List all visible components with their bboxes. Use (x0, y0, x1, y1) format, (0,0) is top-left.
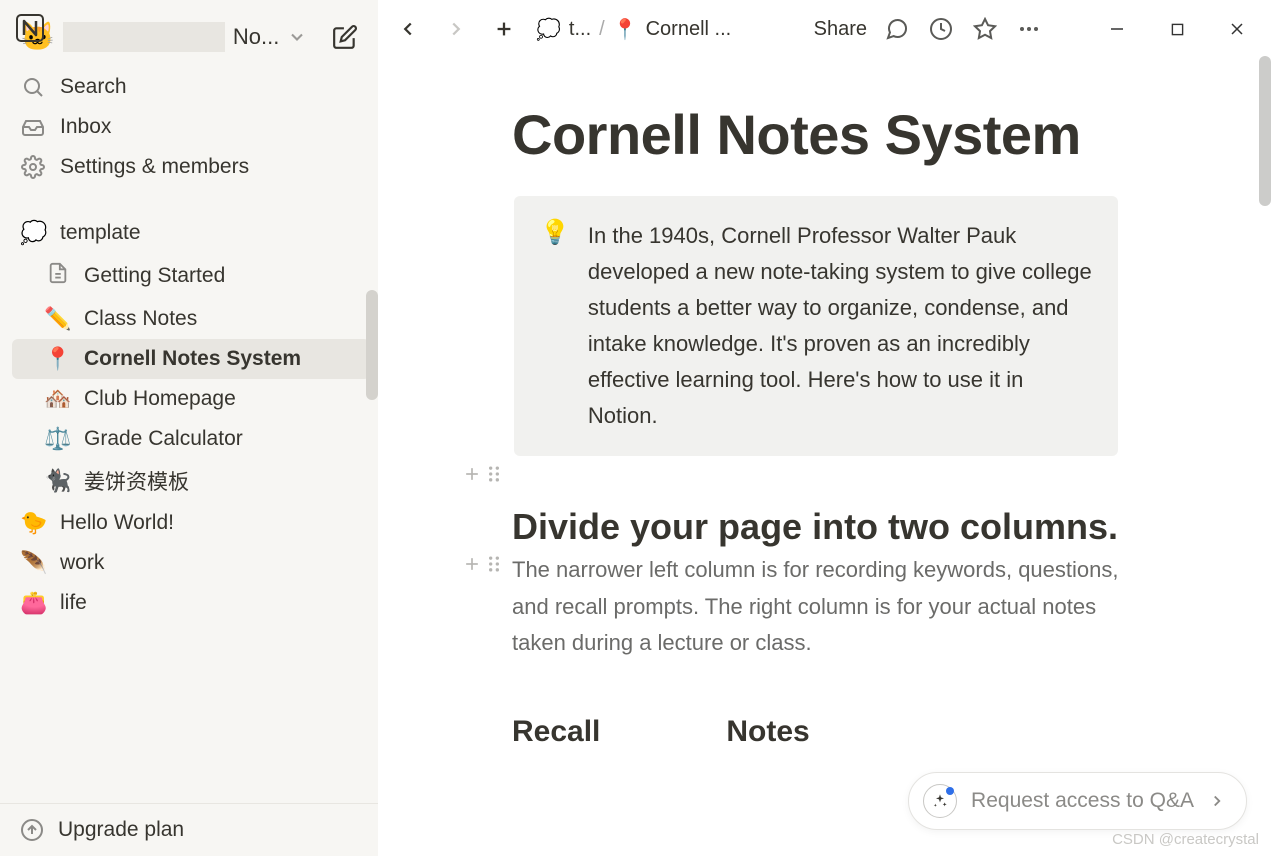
paragraph-description[interactable]: The narrower left column is for recordin… (512, 552, 1132, 660)
breadcrumb-parent-icon: 💭 (536, 17, 561, 42)
page-label: Grade Calculator (84, 427, 243, 451)
watermark: CSDN @createcrystal (1112, 831, 1259, 848)
request-qa-button[interactable]: Request access to Q&A (908, 772, 1247, 830)
page-club-homepage[interactable]: 🏘️ Club Homepage (0, 379, 378, 419)
document-icon (44, 260, 72, 292)
window-minimize-button[interactable] (1095, 13, 1139, 45)
drag-handle-icon[interactable] (486, 554, 502, 574)
page-title[interactable]: Cornell Notes System (512, 100, 1152, 170)
upgrade-plan[interactable]: Upgrade plan (0, 803, 378, 856)
breadcrumb-separator: / (599, 18, 605, 41)
pencil-icon: ✏️ (44, 306, 72, 332)
page-hello-world[interactable]: 🐤 Hello World! (0, 503, 378, 543)
window-close-button[interactable] (1215, 13, 1259, 45)
search-icon (20, 75, 46, 99)
drag-handle-icon[interactable] (486, 464, 502, 484)
gear-icon (20, 155, 46, 179)
two-column-header: Recall Notes (512, 715, 1273, 749)
page-template[interactable]: 💭 template (0, 213, 378, 253)
page-label: work (60, 551, 104, 575)
page-cornell-notes[interactable]: 📍 Cornell Notes System (12, 339, 370, 379)
more-icon[interactable] (1015, 15, 1043, 43)
main-area: 💭 t... / 📍 Cornell ... Share (378, 0, 1273, 856)
window-maximize-button[interactable] (1155, 13, 1199, 45)
compose-icon[interactable] (332, 24, 358, 50)
sidebar-settings[interactable]: Settings & members (0, 147, 378, 187)
bulb-icon: 💡 (540, 218, 570, 434)
callout-text: In the 1940s, Cornell Professor Walter P… (588, 218, 1092, 434)
page-content: Cornell Notes System 💡 In the 1940s, Cor… (378, 58, 1273, 856)
main-scrollbar[interactable] (1259, 56, 1271, 206)
sidebar-scrollbar[interactable] (366, 290, 378, 400)
breadcrumb-page[interactable]: Cornell ... (646, 18, 732, 41)
chevron-down-icon (287, 27, 307, 47)
breadcrumb-page-icon: 📍 (613, 17, 638, 42)
page-label: template (60, 221, 141, 245)
comments-icon[interactable] (883, 15, 911, 43)
chevron-right-icon (1208, 792, 1226, 810)
workspace-name (63, 22, 225, 52)
sidebar-inbox-label: Inbox (60, 115, 111, 139)
page-label: life (60, 591, 87, 615)
page-jiang-template[interactable]: 🐈‍⬛ 姜饼资模板 (0, 459, 378, 503)
callout-block[interactable]: 💡 In the 1940s, Cornell Professor Walter… (514, 196, 1118, 456)
chick-icon: 🐤 (20, 510, 48, 536)
topbar: 💭 t... / 📍 Cornell ... Share (378, 0, 1273, 58)
upgrade-icon (20, 818, 44, 842)
page-label: Club Homepage (84, 387, 236, 411)
block-controls[interactable] (446, 456, 502, 484)
plus-icon[interactable] (462, 554, 482, 574)
breadcrumb: 💭 t... / 📍 Cornell ... (536, 17, 731, 42)
scale-icon: ⚖️ (44, 426, 72, 452)
workspace-switcher[interactable]: 🐱 No... (0, 12, 378, 67)
sidebar-inbox[interactable]: Inbox (0, 107, 378, 147)
workspace-label: No... (233, 24, 279, 50)
page-work[interactable]: 🪶 work (0, 543, 378, 583)
page-class-notes[interactable]: ✏️ Class Notes (0, 299, 378, 339)
sidebar: 🐱 No... Search Inbox Settings & members … (0, 0, 378, 856)
block-controls[interactable] (446, 546, 502, 574)
houses-icon: 🏘️ (44, 386, 72, 412)
request-qa-label: Request access to Q&A (971, 789, 1194, 813)
cat-icon: 🐈‍⬛ (44, 468, 72, 494)
nav-back-button[interactable] (392, 13, 424, 45)
purse-icon: 👛 (20, 590, 48, 616)
sidebar-search[interactable]: Search (0, 67, 378, 107)
page-label: Getting Started (84, 264, 225, 288)
page-label: Cornell Notes System (84, 347, 301, 371)
nav-forward-button[interactable] (440, 13, 472, 45)
new-tab-button[interactable] (488, 13, 520, 45)
breadcrumb-parent[interactable]: t... (569, 18, 591, 41)
favorite-icon[interactable] (971, 15, 999, 43)
page-life[interactable]: 👛 life (0, 583, 378, 623)
page-getting-started[interactable]: Getting Started (0, 253, 378, 299)
plus-icon[interactable] (462, 464, 482, 484)
sidebar-search-label: Search (60, 75, 127, 99)
updates-icon[interactable] (927, 15, 955, 43)
page-label: 姜饼资模板 (84, 466, 189, 496)
pin-icon: 📍 (44, 346, 72, 372)
column-recall-heading[interactable]: Recall (512, 715, 600, 749)
feather-icon: 🪶 (20, 550, 48, 576)
column-notes-heading[interactable]: Notes (726, 715, 809, 749)
upgrade-label: Upgrade plan (58, 818, 184, 842)
page-grade-calculator[interactable]: ⚖️ Grade Calculator (0, 419, 378, 459)
thought-icon: 💭 (20, 220, 48, 246)
sidebar-settings-label: Settings & members (60, 155, 249, 179)
heading-divide[interactable]: Divide your page into two columns. (512, 506, 1118, 548)
page-label: Hello World! (60, 511, 174, 535)
sparkle-icon (923, 784, 957, 818)
app-logo (14, 12, 46, 44)
share-button[interactable]: Share (814, 18, 867, 41)
page-label: Class Notes (84, 307, 197, 331)
inbox-icon (20, 115, 46, 139)
